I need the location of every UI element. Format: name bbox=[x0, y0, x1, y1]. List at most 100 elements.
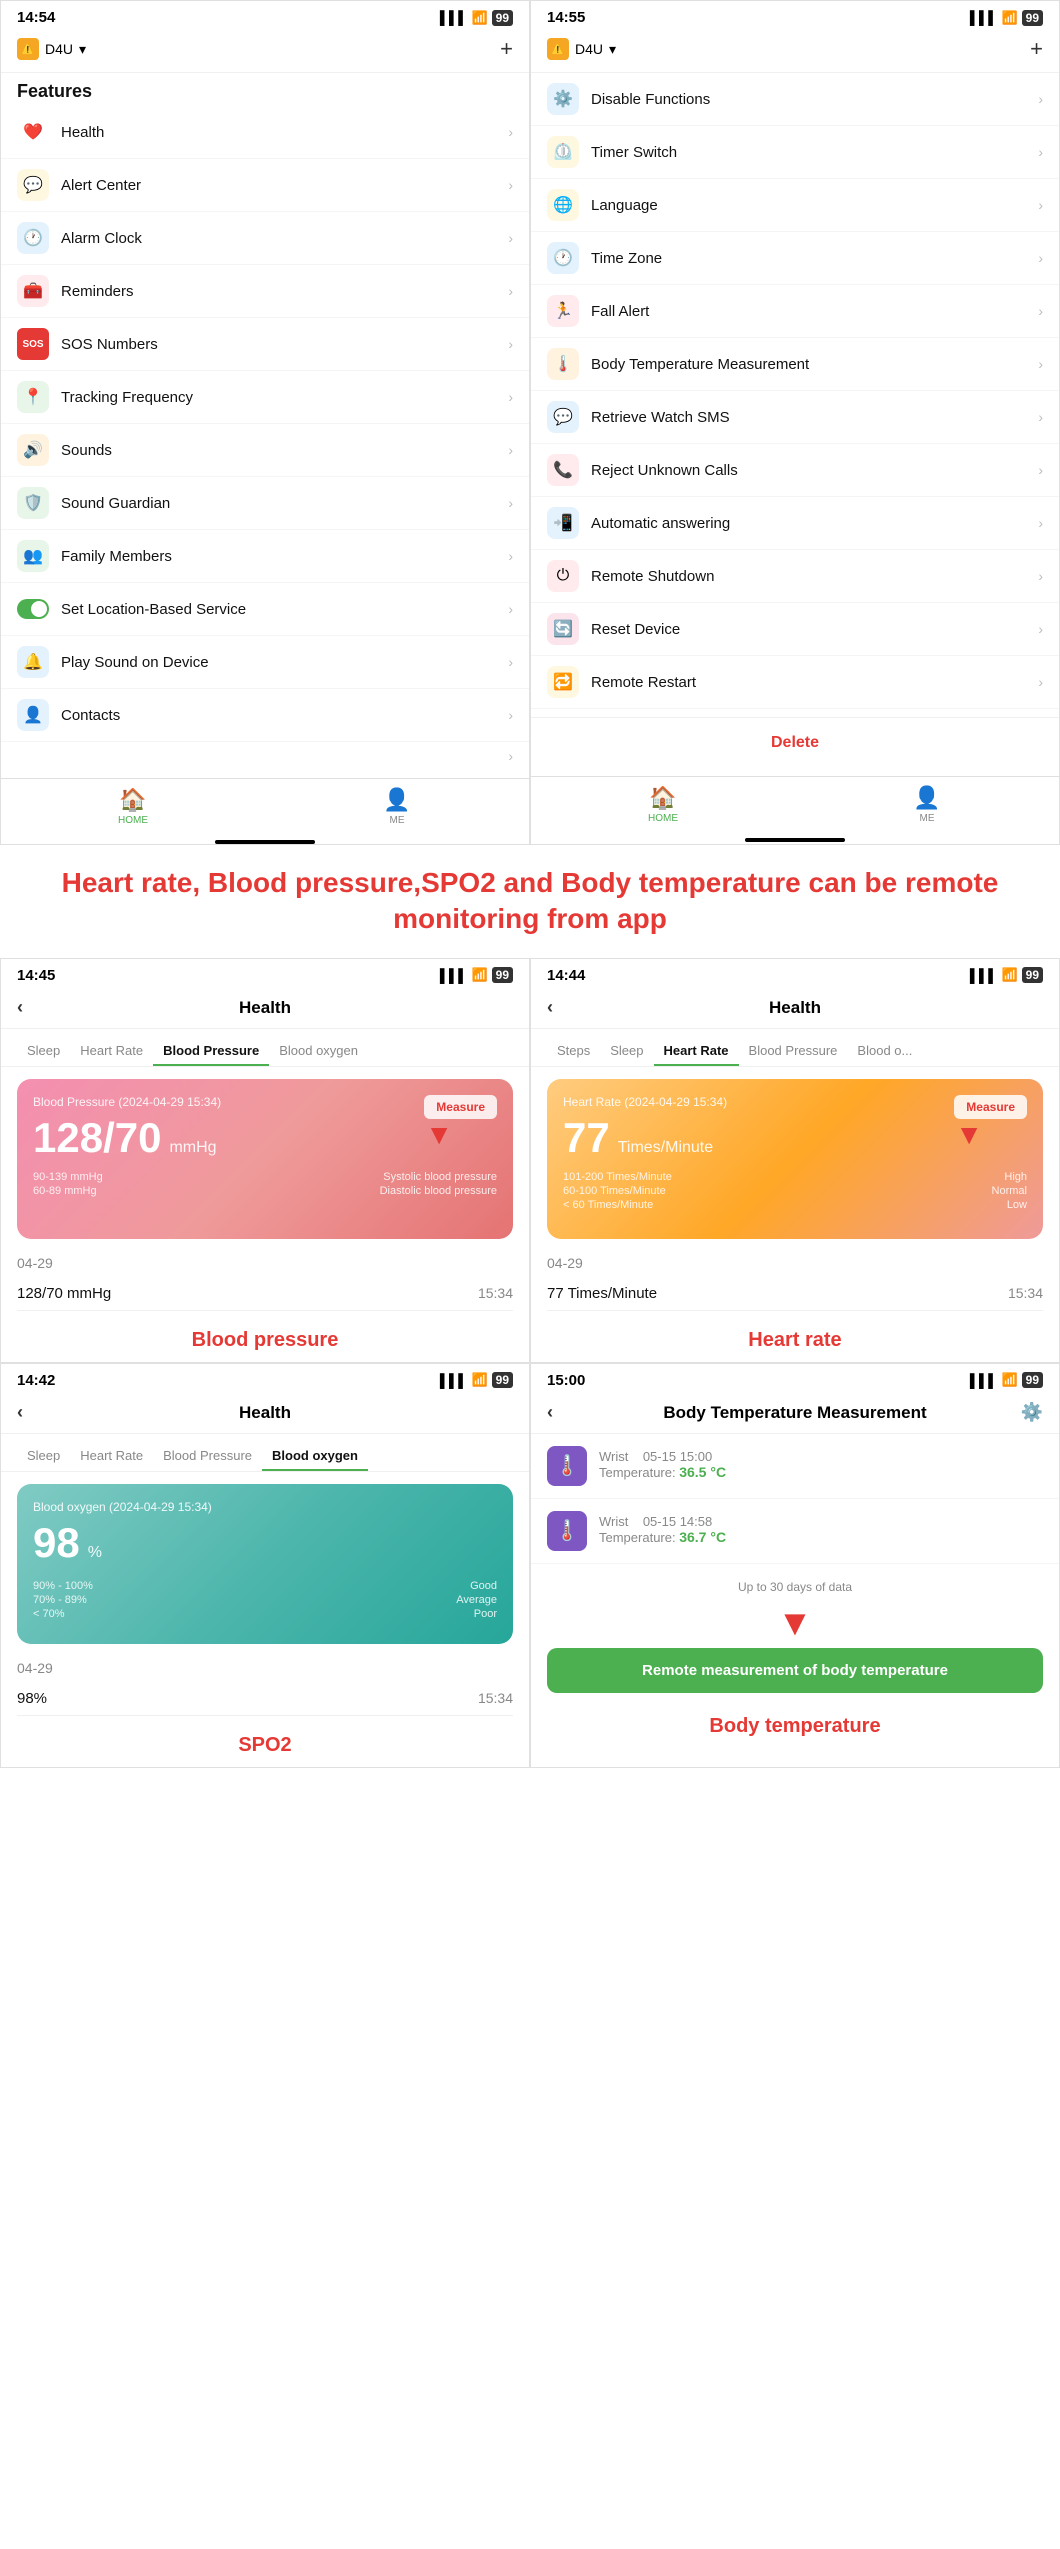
tab-bp-o2[interactable]: Blood Pressure bbox=[153, 1442, 262, 1471]
o2-poor-range: < 70% bbox=[33, 1608, 65, 1620]
hr-high-label: High bbox=[1004, 1171, 1027, 1183]
hr-back-arrow[interactable]: ‹ bbox=[547, 997, 553, 1018]
reject-calls-icon: 📞 bbox=[547, 454, 579, 486]
tab-bo-hr[interactable]: Blood o... bbox=[847, 1037, 922, 1066]
temp-back-arrow[interactable]: ‹ bbox=[547, 1402, 553, 1423]
menu-item-alarm-clock[interactable]: 🕐 Alarm Clock › bbox=[1, 212, 529, 265]
right-dropdown-icon[interactable]: ▾ bbox=[609, 41, 616, 58]
reminders-label: Reminders bbox=[61, 283, 134, 300]
home-icon: 🏠 bbox=[119, 787, 146, 813]
play-sound-icon: 🔔 bbox=[17, 646, 49, 678]
o2-history: 04-29 98% 15:34 bbox=[1, 1656, 529, 1728]
o2-range-average: 70% - 89% Average bbox=[33, 1594, 497, 1606]
bp-diastolic-label: Diastolic blood pressure bbox=[380, 1185, 497, 1197]
right-plus-button[interactable]: + bbox=[1030, 36, 1043, 62]
menu-item-reject-unknown[interactable]: 📞 Reject Unknown Calls › bbox=[531, 444, 1059, 497]
menu-item-disable-functions[interactable]: ⚙️ Disable Functions › bbox=[531, 73, 1059, 126]
menu-item-remote-restart[interactable]: 🔁 Remote Restart › bbox=[531, 656, 1059, 709]
retrieve-sms-label: Retrieve Watch SMS bbox=[591, 409, 730, 426]
menu-item-play-sound[interactable]: 🔔 Play Sound on Device › bbox=[1, 636, 529, 689]
me-nav-label: ME bbox=[390, 815, 405, 826]
tab-o2-active[interactable]: Blood oxygen bbox=[262, 1442, 368, 1471]
menu-item-alert-center[interactable]: 💬 Alert Center › bbox=[1, 159, 529, 212]
menu-item-reminders[interactable]: 🧰 Reminders › bbox=[1, 265, 529, 318]
menu-item-health[interactable]: ❤️ Health › bbox=[1, 106, 529, 159]
menu-item-auto-answer[interactable]: 📲 Automatic answering › bbox=[531, 497, 1059, 550]
location-toggle[interactable] bbox=[17, 599, 49, 619]
tab-steps-hr[interactable]: Steps bbox=[547, 1037, 600, 1066]
right-nav-home[interactable]: 🏠 HOME bbox=[531, 785, 795, 824]
menu-item-reset-device[interactable]: 🔄 Reset Device › bbox=[531, 603, 1059, 656]
left-nav-me[interactable]: 👤 ME bbox=[265, 787, 529, 826]
temp-item-1-label: Temperature: bbox=[599, 1465, 679, 1480]
bp-measure-button[interactable]: Measure bbox=[424, 1095, 497, 1119]
left-plus-button[interactable]: + bbox=[500, 36, 513, 62]
right-home-icon: 🏠 bbox=[649, 785, 676, 811]
top-phones-row: 14:54 ▌▌▌ 📶 99 ⚠️ D4U ▾ + Features ❤️ He… bbox=[0, 0, 1060, 845]
left-phone-header: ⚠️ D4U ▾ + bbox=[1, 30, 529, 73]
hr-phone-screen: 14:44 ▌▌▌ 📶 99 ‹ Health Steps Sleep Hear… bbox=[530, 958, 1060, 1363]
menu-item-sounds[interactable]: 🔊 Sounds › bbox=[1, 424, 529, 477]
remote-shutdown-label: Remote Shutdown bbox=[591, 568, 714, 585]
left-wifi-icon: 📶 bbox=[471, 10, 487, 26]
menu-item-retrieve-sms[interactable]: 💬 Retrieve Watch SMS › bbox=[531, 391, 1059, 444]
menu-item-location-service[interactable]: Set Location-Based Service › bbox=[1, 583, 529, 636]
bp-phone-screen: 14:45 ▌▌▌ 📶 99 ‹ Health Sleep Heart Rate… bbox=[0, 958, 530, 1363]
left-nav-home[interactable]: 🏠 HOME bbox=[1, 787, 265, 826]
reject-calls-label: Reject Unknown Calls bbox=[591, 462, 738, 479]
left-dropdown-icon[interactable]: ▾ bbox=[79, 41, 86, 58]
temp-gear-icon[interactable]: ⚙️ bbox=[1021, 1402, 1043, 1423]
tab-o2-bp[interactable]: Blood oxygen bbox=[269, 1037, 368, 1066]
menu-item-remote-shutdown[interactable]: ⏻ Remote Shutdown › bbox=[531, 550, 1059, 603]
tab-sleep-bp[interactable]: Sleep bbox=[17, 1037, 70, 1066]
menu-item-body-temp[interactable]: 🌡️ Body Temperature Measurement › bbox=[531, 338, 1059, 391]
location-service-label: Set Location-Based Service bbox=[61, 601, 246, 618]
play-sound-label: Play Sound on Device bbox=[61, 654, 209, 671]
menu-item-timer-switch[interactable]: ⏲️ Timer Switch › bbox=[531, 126, 1059, 179]
temp-item-1-icon: 🌡️ bbox=[547, 1446, 587, 1486]
temp-item-1-value: 36.5 °C bbox=[679, 1464, 726, 1480]
reminders-icon: 🧰 bbox=[17, 275, 49, 307]
location-service-chevron: › bbox=[508, 601, 513, 617]
auto-answer-label: Automatic answering bbox=[591, 515, 730, 532]
o2-average-label: Average bbox=[456, 1594, 497, 1606]
menu-item-sound-guardian[interactable]: 🛡️ Sound Guardian › bbox=[1, 477, 529, 530]
tab-bp-hr[interactable]: Blood Pressure bbox=[739, 1037, 848, 1066]
tab-hr-o2[interactable]: Heart Rate bbox=[70, 1442, 153, 1471]
menu-item-language[interactable]: 🌐 Language › bbox=[531, 179, 1059, 232]
tab-sleep-o2[interactable]: Sleep bbox=[17, 1442, 70, 1471]
temp-item-2-value-row: Temperature: 36.7 °C bbox=[599, 1529, 726, 1547]
menu-item-tracking[interactable]: 📍 Tracking Frequency › bbox=[1, 371, 529, 424]
o2-ranges: 90% - 100% Good 70% - 89% Average < 70% … bbox=[33, 1580, 497, 1620]
o2-history-value: 98% bbox=[17, 1690, 47, 1707]
bp-back-arrow[interactable]: ‹ bbox=[17, 997, 23, 1018]
menu-item-family[interactable]: 👥 Family Members › bbox=[1, 530, 529, 583]
disable-functions-label: Disable Functions bbox=[591, 91, 710, 108]
menu-item-fall-alert[interactable]: 🏃 Fall Alert › bbox=[531, 285, 1059, 338]
tab-bp-active[interactable]: Blood Pressure bbox=[153, 1037, 269, 1066]
menu-item-timezone[interactable]: 🕐 Time Zone › bbox=[531, 232, 1059, 285]
menu-item-sos[interactable]: SOS SOS Numbers › bbox=[1, 318, 529, 371]
auto-answer-icon: 📲 bbox=[547, 507, 579, 539]
sounds-icon: 🔊 bbox=[17, 434, 49, 466]
menu-item-contacts[interactable]: 👤 Contacts › bbox=[1, 689, 529, 742]
disable-functions-icon: ⚙️ bbox=[547, 83, 579, 115]
remote-measure-button[interactable]: Remote measurement of body temperature bbox=[547, 1648, 1043, 1693]
hr-measure-button[interactable]: Measure bbox=[954, 1095, 1027, 1119]
tab-hr-active[interactable]: Heart Rate bbox=[654, 1037, 739, 1066]
o2-caption: SPO2 bbox=[1, 1728, 529, 1767]
language-label: Language bbox=[591, 197, 658, 214]
o2-history-time: 15:34 bbox=[478, 1690, 513, 1706]
right-nav-me[interactable]: 👤 ME bbox=[795, 785, 1059, 824]
play-sound-chevron: › bbox=[508, 654, 513, 670]
o2-back-arrow[interactable]: ‹ bbox=[17, 1402, 23, 1423]
tab-hr-bp[interactable]: Heart Rate bbox=[70, 1037, 153, 1066]
bp-time: 14:45 bbox=[17, 967, 55, 984]
temp-item-1-datetime: 05-15 15:00 bbox=[643, 1449, 712, 1464]
delete-button[interactable]: Delete bbox=[531, 717, 1059, 768]
hr-status-bar: 14:44 ▌▌▌ 📶 99 bbox=[531, 959, 1059, 988]
tab-sleep-hr[interactable]: Sleep bbox=[600, 1037, 653, 1066]
temp-item-2-icon: 🌡️ bbox=[547, 1511, 587, 1551]
health-label: Health bbox=[61, 124, 104, 141]
bp-status-bar: 14:45 ▌▌▌ 📶 99 bbox=[1, 959, 529, 988]
